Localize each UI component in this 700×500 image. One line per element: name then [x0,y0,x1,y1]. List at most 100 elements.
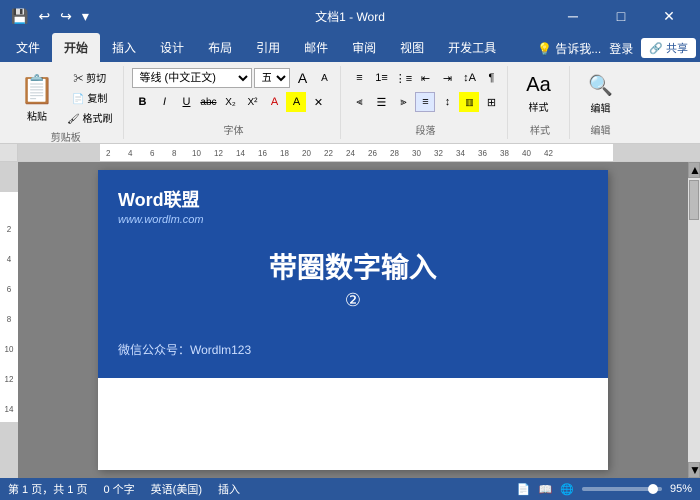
ribbon-right-actions: 💡 告诉我... 登录 🔗 共享 [537,38,696,62]
view-web-icon[interactable]: 🌐 [560,483,574,496]
scrollbar-thumb[interactable] [689,180,699,220]
styles-label-text: 样式 [516,122,563,137]
increase-font-button[interactable]: A [292,68,312,88]
border-button[interactable]: ⊞ [481,92,501,112]
cut-button[interactable]: ✂ 剪切 [62,68,117,87]
zoom-slider[interactable] [582,487,662,491]
tab-developer[interactable]: 开发工具 [436,33,508,62]
subscript-button[interactable]: X₂ [220,92,240,112]
multilevel-list-button[interactable]: ⋮≡ [393,68,413,88]
svg-text:14: 14 [236,149,245,158]
font-color-button[interactable]: A [264,92,284,112]
tab-design[interactable]: 设计 [148,33,196,62]
tab-layout[interactable]: 布局 [196,33,244,62]
quick-access-more-button[interactable]: ▾ [79,6,92,27]
main-area: 2 4 6 8 10 12 14 Word联盟 www.wordlm.com 带… [0,162,700,478]
format-painter-button[interactable]: 🖌 格式刷 [62,108,117,127]
font-name-row: 等线 (中文正文) 五号 A A [132,68,334,88]
align-left-button[interactable]: ⫷ [349,92,369,112]
insert-mode: 插入 [218,481,240,497]
svg-text:36: 36 [478,149,487,158]
copy-button[interactable]: 📄 复制 [62,88,117,107]
tab-file[interactable]: 文件 [4,33,52,62]
view-read-icon[interactable]: 📖 [539,483,553,496]
svg-text:18: 18 [280,149,289,158]
font-name-select[interactable]: 等线 (中文正文) [132,68,252,88]
italic-button[interactable]: I [154,92,174,112]
align-right-button[interactable]: ⫸ [393,92,413,112]
view-normal-icon[interactable]: 📄 [517,483,531,496]
tab-mailings[interactable]: 邮件 [292,33,340,62]
paragraph-group: ≡ 1≡ ⋮≡ ⇤ ⇥ ↕A ¶ ⫷ ☰ ⫸ ≡ ↕ ▥ ⊞ 段落 [343,66,508,139]
underline-button[interactable]: U [176,92,196,112]
restore-button[interactable]: □ [598,0,644,32]
share-label[interactable]: 🔗 共享 [641,38,696,58]
tab-insert[interactable]: 插入 [100,33,148,62]
paragraph-row2: ⫷ ☰ ⫸ ≡ ↕ ▥ ⊞ [349,92,501,112]
editing-label: 编辑 [590,100,610,115]
bullet-list-button[interactable]: ≡ [349,68,369,88]
vertical-scrollbar[interactable]: ▲ ▼ [688,162,700,478]
tab-view[interactable]: 视图 [388,33,436,62]
paste-button[interactable]: 📋 粘贴 [14,72,60,124]
svg-text:40: 40 [522,149,531,158]
banner-title: 带圈数字输入 [118,246,588,286]
svg-text:8: 8 [172,149,177,158]
tab-review[interactable]: 审阅 [340,33,388,62]
undo-button[interactable]: ↩ [35,6,53,27]
scrollbar-up-arrow[interactable]: ▲ [688,162,700,178]
page-info: 第 1 页，共 1 页 [8,481,87,497]
redo-button[interactable]: ↪ [57,6,75,27]
font-size-select[interactable]: 五号 [254,68,290,88]
decrease-indent-button[interactable]: ⇤ [415,68,435,88]
window-title: 文档1 - Word [315,8,385,25]
svg-text:22: 22 [324,149,333,158]
line-spacing-button[interactable]: ↕ [437,92,457,112]
tab-references[interactable]: 引用 [244,33,292,62]
editing-button[interactable]: 🔍 编辑 [578,68,622,120]
editing-label-text: 编辑 [578,122,622,137]
numbered-list-button[interactable]: 1≡ [371,68,391,88]
ribbon-content: 📋 粘贴 ✂ 剪切 📄 复制 🖌 格式刷 剪贴板 等线 (中文正文) 五号 A … [0,62,700,144]
styles-button[interactable]: Aa 样式 [516,68,560,120]
document-page: Word联盟 www.wordlm.com 带圈数字输入 ② 微信公众号：Wor… [98,170,608,470]
editing-group: 🔍 编辑 编辑 [572,66,628,139]
minimize-button[interactable]: ─ [550,0,596,32]
tab-home[interactable]: 开始 [52,33,100,62]
svg-text:32: 32 [434,149,443,158]
status-bar-right: 📄 📖 🌐 95% [517,483,692,496]
close-button[interactable]: ✕ [646,0,692,32]
login-label[interactable]: 登录 [609,40,633,57]
banner-url: www.wordlm.com [118,214,588,226]
styles-icon: Aa [526,74,550,97]
svg-text:42: 42 [544,149,553,158]
tell-me-label[interactable]: 💡 告诉我... [537,40,601,57]
show-marks-button[interactable]: ¶ [481,68,501,88]
document-scroll-area[interactable]: Word联盟 www.wordlm.com 带圈数字输入 ② 微信公众号：Wor… [18,162,688,478]
strikethrough-button[interactable]: abc [198,92,218,112]
decrease-font-button[interactable]: A [314,68,334,88]
svg-text:26: 26 [368,149,377,158]
superscript-button[interactable]: X² [242,92,262,112]
highlight-button[interactable]: A [286,92,306,112]
svg-text:4: 4 [128,149,133,158]
sort-button[interactable]: ↕A [459,68,479,88]
paragraph-label: 段落 [349,122,501,137]
clear-format-button[interactable]: ✕ [308,92,328,112]
svg-text:2: 2 [7,225,12,234]
justify-button[interactable]: ≡ [415,92,435,112]
shading-button[interactable]: ▥ [459,92,479,112]
styles-content: Aa 样式 [516,68,563,120]
styles-label: 样式 [528,99,548,114]
zoom-level[interactable]: 95% [670,483,692,495]
save-button[interactable]: 💾 [8,6,31,27]
align-center-button[interactable]: ☰ [371,92,391,112]
language-info: 英语(美国) [151,481,202,497]
svg-text:10: 10 [192,149,201,158]
increase-indent-button[interactable]: ⇥ [437,68,457,88]
banner-footer: 微信公众号：Wordlm123 [118,341,588,358]
svg-text:30: 30 [412,149,421,158]
font-controls: 等线 (中文正文) 五号 A A B I U abc X₂ X² A A ✕ [132,68,334,120]
scrollbar-down-arrow[interactable]: ▼ [688,462,700,478]
bold-button[interactable]: B [132,92,152,112]
